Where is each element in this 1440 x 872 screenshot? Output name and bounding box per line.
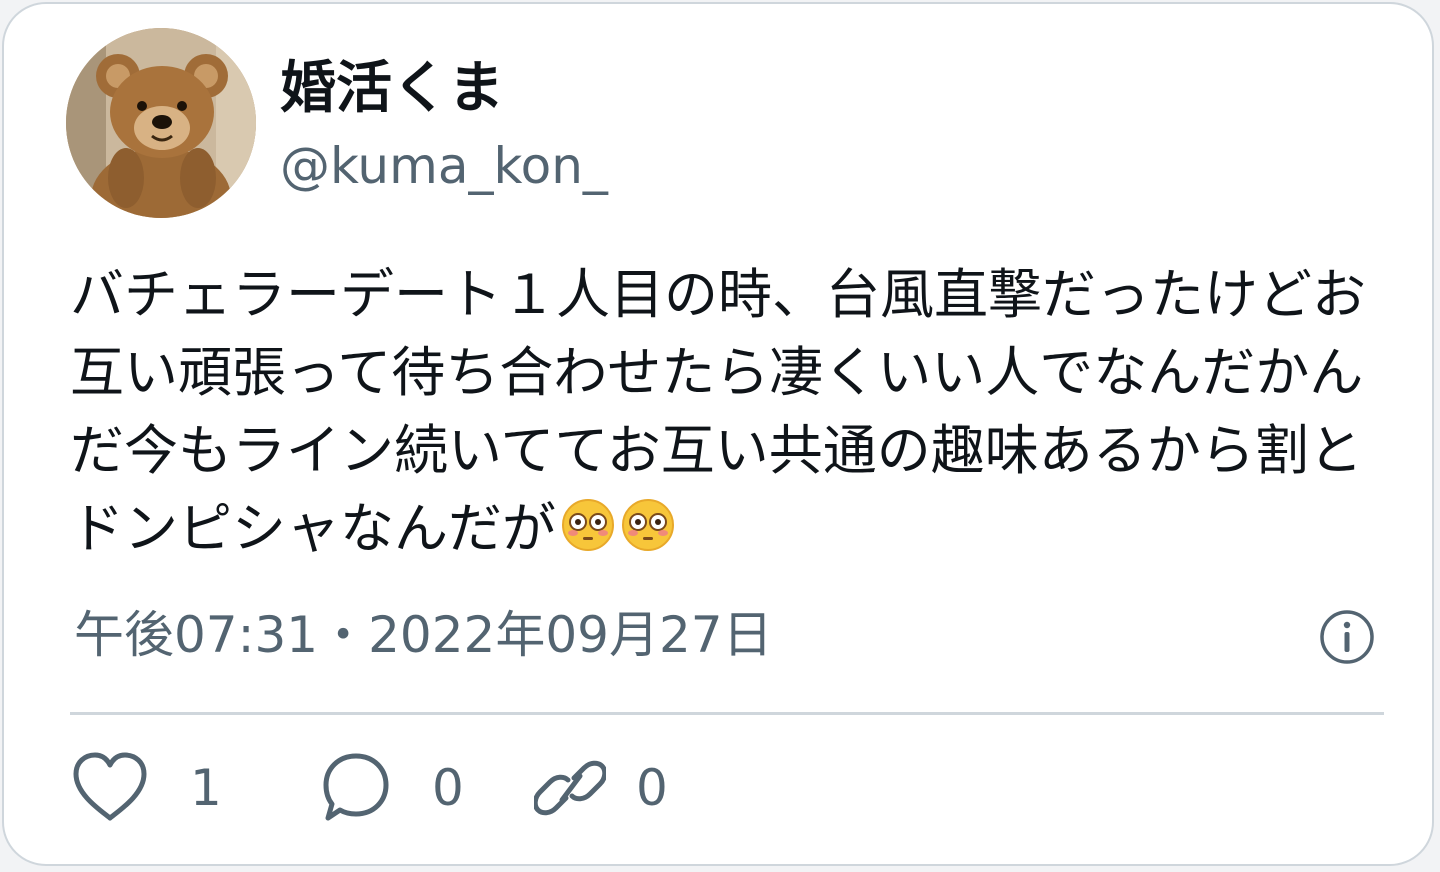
- like-button[interactable]: 1: [70, 748, 222, 828]
- author-display-name[interactable]: 婚活くま: [280, 54, 504, 124]
- like-count: 1: [190, 759, 222, 817]
- speech-bubble-icon: [323, 753, 389, 821]
- info-icon: [1320, 610, 1374, 664]
- tweet-card[interactable]: 婚活くま @kuma_kon_ バチェラーデート１人目の時、台風直撃だったけどお…: [2, 2, 1434, 866]
- copy-link-button[interactable]: 0: [534, 748, 668, 828]
- author-avatar[interactable]: [66, 28, 256, 218]
- info-button[interactable]: [1318, 608, 1376, 666]
- teddy-bear-avatar-icon: [66, 28, 256, 218]
- divider: [70, 712, 1384, 715]
- reply-count: 0: [432, 759, 464, 817]
- tweet-text: バチェラーデート１人目の時、台風直撃だったけどお互い頑張って待ち合わせたら凄くい…: [70, 256, 1370, 574]
- heart-icon: [73, 752, 147, 821]
- link-count: 0: [636, 759, 668, 817]
- tweet-timestamp[interactable]: 午後07:31・2022年09月27日: [74, 600, 773, 670]
- flushed-face-icon: [622, 499, 674, 551]
- emoji-group: [556, 496, 676, 574]
- author-handle[interactable]: @kuma_kon_: [280, 134, 608, 198]
- flushed-face-icon: [562, 499, 614, 551]
- reply-button[interactable]: 0: [320, 748, 464, 828]
- link-icon: [534, 760, 606, 816]
- tweet-body: バチェラーデート１人目の時、台風直撃だったけどお互い頑張って待ち合わせたら凄くい…: [70, 263, 1366, 560]
